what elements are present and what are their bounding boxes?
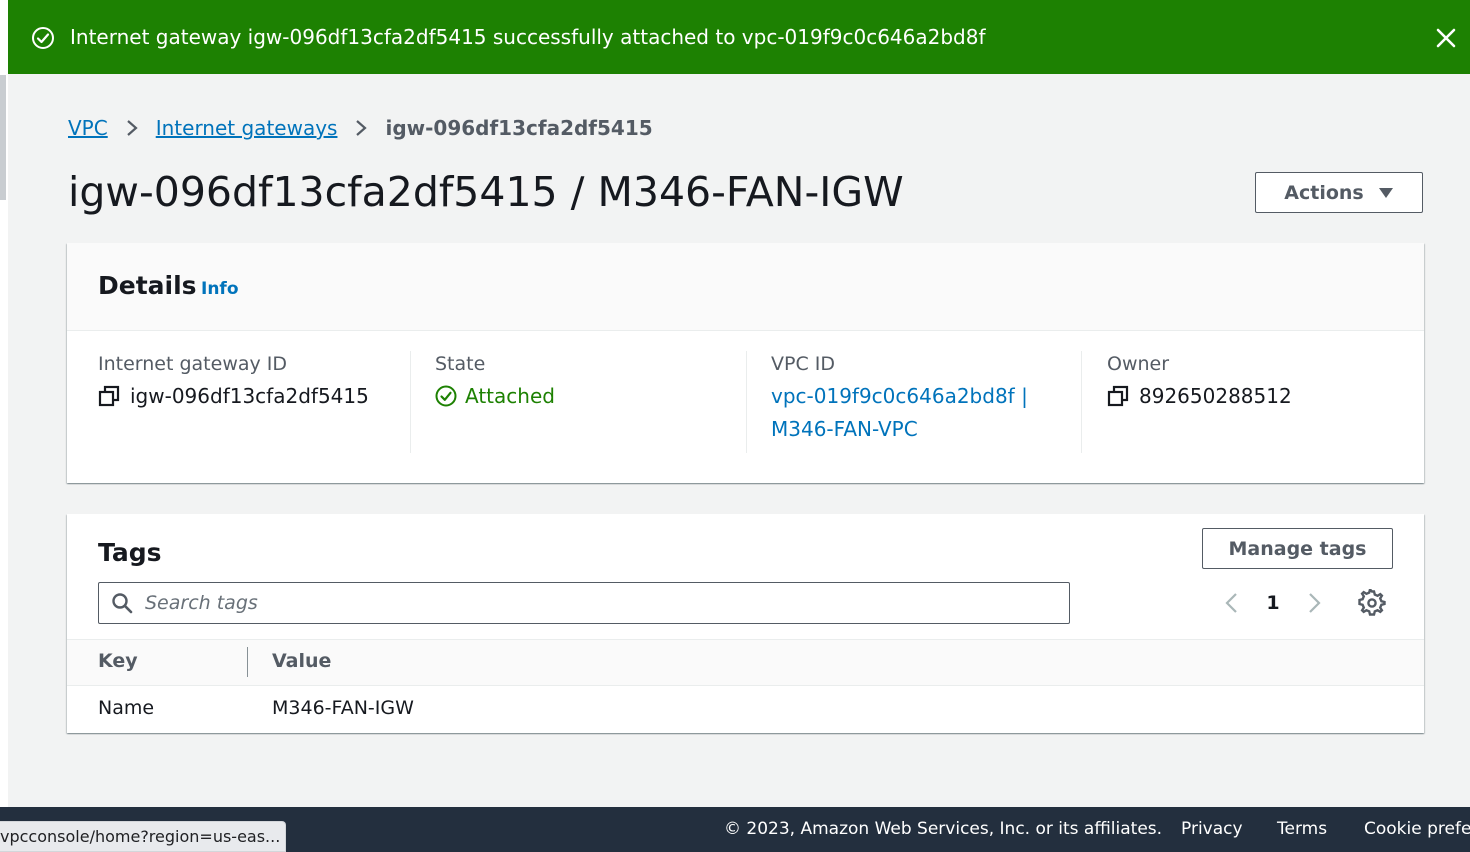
owner-value: 892650288512: [1139, 384, 1292, 408]
vpc-id-line2: M346-FAN-VPC: [771, 417, 918, 441]
footer-privacy-link[interactable]: Privacy: [1181, 819, 1243, 839]
breadcrumb-current: igw-096df13cfa2df5415: [385, 116, 653, 140]
field-gateway-id: Internet gateway ID igw-096df13cfa2df541…: [98, 351, 398, 453]
breadcrumb: VPC Internet gateways igw-096df13cfa2df5…: [68, 114, 653, 142]
actions-button-label: Actions: [1284, 181, 1364, 204]
footer-terms-link[interactable]: Terms: [1277, 819, 1327, 839]
flash-message: Internet gateway igw-096df13cfa2df5415 s…: [70, 25, 986, 49]
chevron-right-icon: [126, 120, 138, 136]
field-label: VPC ID: [771, 353, 835, 375]
field-label: State: [435, 353, 486, 375]
search-icon: [112, 593, 133, 614]
tags-heading: Tags: [98, 538, 162, 567]
table-header: Key Value: [67, 639, 1424, 686]
field-label: Internet gateway ID: [98, 353, 288, 375]
browser-status-url: vpcconsole/home?region=us-eas...: [0, 821, 286, 852]
details-panel: Details Info Internet gateway ID igw-096…: [67, 243, 1424, 483]
scrollbar-thumb[interactable]: [0, 75, 6, 200]
pagination: 1: [1220, 588, 1386, 618]
success-flash-banner: Internet gateway igw-096df13cfa2df5415 s…: [8, 0, 1470, 74]
chevron-left-icon[interactable]: [1220, 591, 1244, 615]
gear-icon[interactable]: [1358, 589, 1386, 617]
field-value-row: 892650288512: [1107, 380, 1407, 413]
table-row: Name M346-FAN-IGW: [67, 686, 1424, 733]
copy-icon[interactable]: [1107, 385, 1129, 407]
search-tags-input[interactable]: [145, 592, 1025, 614]
column-divider: [1081, 351, 1082, 453]
page-title: igw-096df13cfa2df5415 / M346-FAN-IGW: [68, 168, 904, 216]
column-header-value[interactable]: Value: [272, 650, 331, 672]
field-label: Owner: [1107, 353, 1170, 375]
details-header: Details Info: [67, 243, 1424, 331]
field-value-row: Attached: [435, 380, 735, 413]
field-owner: Owner 892650288512: [1107, 351, 1407, 453]
field-value-row: vpc-019f9c0c646a2bd8f | M346-FAN-VPC: [771, 380, 1071, 446]
field-state: State Attached: [435, 351, 735, 453]
chevron-right-icon[interactable]: [1302, 591, 1326, 615]
footer-copyright: © 2023, Amazon Web Services, Inc. or its…: [724, 819, 1163, 839]
copy-icon[interactable]: [98, 385, 120, 407]
column-divider: [410, 351, 411, 453]
details-heading: Details: [98, 271, 197, 300]
success-check-icon: [32, 27, 54, 49]
footer-cookie-link[interactable]: Cookie prefer: [1364, 819, 1470, 839]
tag-value-cell: M346-FAN-IGW: [272, 697, 414, 719]
caret-down-icon: [1378, 187, 1393, 198]
close-icon[interactable]: [1432, 24, 1460, 52]
field-value-row: igw-096df13cfa2df5415: [98, 380, 398, 413]
window-left-edge: [0, 0, 8, 852]
actions-button[interactable]: Actions: [1255, 172, 1423, 213]
info-link[interactable]: Info: [201, 279, 239, 299]
gateway-id-value: igw-096df13cfa2df5415: [130, 384, 369, 408]
tag-key-cell: Name: [98, 697, 155, 719]
vpc-id-line1: vpc-019f9c0c646a2bd8f |: [771, 384, 1028, 408]
state-value: Attached: [465, 384, 555, 408]
field-vpc-id: VPC ID vpc-019f9c0c646a2bd8f | M346-FAN-…: [771, 351, 1071, 453]
status-success-icon: [435, 385, 457, 407]
chevron-right-icon: [356, 120, 368, 136]
breadcrumb-link-internet-gateways[interactable]: Internet gateways: [156, 116, 338, 140]
column-header-key[interactable]: Key: [98, 650, 138, 672]
column-resizer[interactable]: [247, 647, 248, 677]
search-tags-field[interactable]: [98, 582, 1070, 624]
vpc-id-link[interactable]: vpc-019f9c0c646a2bd8f | M346-FAN-VPC: [771, 380, 1031, 446]
breadcrumb-link-vpc[interactable]: VPC: [68, 116, 108, 140]
manage-tags-button[interactable]: Manage tags: [1202, 528, 1393, 569]
page-number[interactable]: 1: [1244, 592, 1302, 614]
column-divider: [746, 351, 747, 453]
tags-panel: Tags Manage tags 1 Key Value Name M346-F…: [67, 514, 1424, 733]
